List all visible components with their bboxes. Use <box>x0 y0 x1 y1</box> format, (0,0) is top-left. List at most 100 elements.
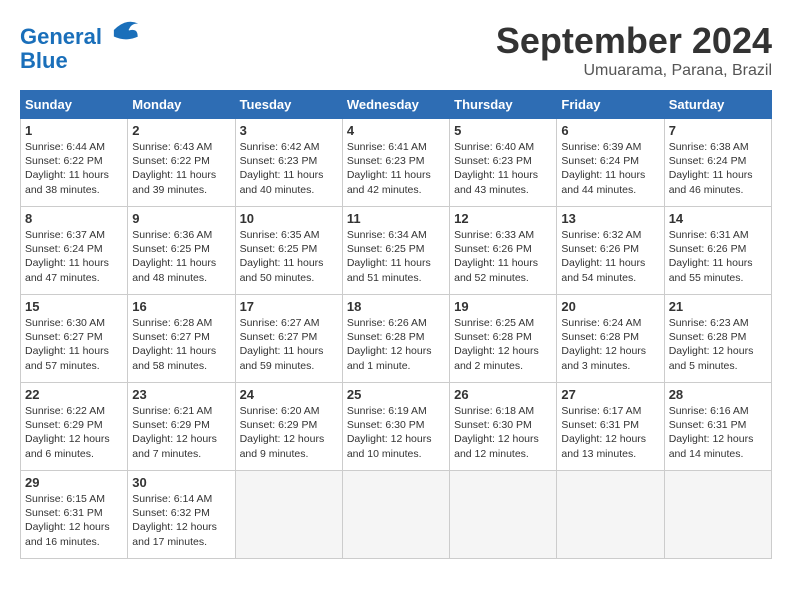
calendar-cell: 6Sunrise: 6:39 AMSunset: 6:24 PMDaylight… <box>557 119 664 207</box>
day-info-line: Sunrise: 6:32 AM <box>561 228 659 242</box>
header-monday: Monday <box>128 91 235 119</box>
day-info-line: Sunset: 6:24 PM <box>561 154 659 168</box>
day-info-line: Sunset: 6:23 PM <box>240 154 338 168</box>
calendar-row-week-1: 1Sunrise: 6:44 AMSunset: 6:22 PMDaylight… <box>21 119 772 207</box>
day-info-line: and 9 minutes. <box>240 447 338 461</box>
day-info-line: Sunrise: 6:37 AM <box>25 228 123 242</box>
day-info-line: Daylight: 11 hours <box>347 168 445 182</box>
calendar-cell: 4Sunrise: 6:41 AMSunset: 6:23 PMDaylight… <box>342 119 449 207</box>
day-number: 30 <box>132 475 230 490</box>
day-info-line: and 42 minutes. <box>347 183 445 197</box>
calendar-cell: 21Sunrise: 6:23 AMSunset: 6:28 PMDayligh… <box>664 295 771 383</box>
day-info-line: and 54 minutes. <box>561 271 659 285</box>
header-sunday: Sunday <box>21 91 128 119</box>
page-header: General Blue September 2024 Umuarama, Pa… <box>20 20 772 80</box>
day-info-line: Daylight: 11 hours <box>561 256 659 270</box>
day-info-line: Sunrise: 6:25 AM <box>454 316 552 330</box>
day-info-line: Sunset: 6:29 PM <box>240 418 338 432</box>
day-info-line: Sunrise: 6:42 AM <box>240 140 338 154</box>
day-info-line: and 14 minutes. <box>669 447 767 461</box>
logo-text: General <box>20 20 140 49</box>
location-title: Umuarama, Parana, Brazil <box>496 62 772 80</box>
calendar-cell: 8 Sunrise: 6:37 AMSunset: 6:24 PMDaylight… <box>21 207 128 295</box>
day-number: 26 <box>454 387 552 402</box>
day-info-line: Sunrise: 6:33 AM <box>454 228 552 242</box>
calendar-cell: 22Sunrise: 6:22 AMSunset: 6:29 PMDayligh… <box>21 383 128 471</box>
day-info-line: Daylight: 12 hours <box>25 432 123 446</box>
day-info-line: Daylight: 12 hours <box>561 344 659 358</box>
day-info-line: and 40 minutes. <box>240 183 338 197</box>
day-info-line: Daylight: 12 hours <box>347 344 445 358</box>
day-number: 23 <box>132 387 230 402</box>
calendar-cell: 19Sunrise: 6:25 AMSunset: 6:28 PMDayligh… <box>450 295 557 383</box>
day-info-line: Sunset: 6:27 PM <box>132 330 230 344</box>
day-info-line: Sunset: 6:28 PM <box>454 330 552 344</box>
day-info-line: Sunrise: 6:40 AM <box>454 140 552 154</box>
day-info-line: Sunrise: 6:16 AM <box>669 404 767 418</box>
calendar-cell <box>664 471 771 559</box>
day-number: 2 <box>132 123 230 138</box>
calendar-cell <box>235 471 342 559</box>
day-info-line: Daylight: 11 hours <box>240 168 338 182</box>
day-info-line: Daylight: 11 hours <box>240 344 338 358</box>
day-info-line: Sunrise: 6:31 AM <box>669 228 767 242</box>
day-info-line: Sunrise: 6:27 AM <box>240 316 338 330</box>
day-number: 6 <box>561 123 659 138</box>
day-number: 29 <box>25 475 123 490</box>
day-info-line: Sunset: 6:32 PM <box>132 506 230 520</box>
day-info-line: Sunrise: 6:30 AM <box>25 316 123 330</box>
day-info-line: and 57 minutes. <box>25 359 123 373</box>
calendar-cell: 27Sunrise: 6:17 AMSunset: 6:31 PMDayligh… <box>557 383 664 471</box>
day-info-line: and 17 minutes. <box>132 535 230 549</box>
day-info-line: and 7 minutes. <box>132 447 230 461</box>
logo-icon <box>112 16 140 44</box>
day-info-line: Sunrise: 6:20 AM <box>240 404 338 418</box>
header-thursday: Thursday <box>450 91 557 119</box>
day-info-line: Sunrise: 6:26 AM <box>347 316 445 330</box>
day-number: 7 <box>669 123 767 138</box>
day-info-line: Sunset: 6:31 PM <box>669 418 767 432</box>
calendar-row-week-3: 15Sunrise: 6:30 AMSunset: 6:27 PMDayligh… <box>21 295 772 383</box>
day-info-line: Sunset: 6:26 PM <box>454 242 552 256</box>
day-number: 16 <box>132 299 230 314</box>
day-number: 25 <box>347 387 445 402</box>
day-number: 28 <box>669 387 767 402</box>
day-info-line: Daylight: 12 hours <box>669 432 767 446</box>
day-info-line: Sunset: 6:24 PM <box>25 242 123 256</box>
day-info-line: Sunrise: 6:41 AM <box>347 140 445 154</box>
month-title: September 2024 <box>496 20 772 62</box>
day-info-line: Daylight: 12 hours <box>561 432 659 446</box>
calendar-row-week-4: 22Sunrise: 6:22 AMSunset: 6:29 PMDayligh… <box>21 383 772 471</box>
day-info-line: Sunset: 6:28 PM <box>347 330 445 344</box>
day-info-line: Daylight: 12 hours <box>25 520 123 534</box>
calendar-cell: 28 Sunrise: 6:16 AMSunset: 6:31 PMDayligh… <box>664 383 771 471</box>
header-tuesday: Tuesday <box>235 91 342 119</box>
calendar-cell <box>557 471 664 559</box>
calendar-cell: 16Sunrise: 6:28 AMSunset: 6:27 PMDayligh… <box>128 295 235 383</box>
calendar-cell: 5Sunrise: 6:40 AMSunset: 6:23 PMDaylight… <box>450 119 557 207</box>
day-number: 24 <box>240 387 338 402</box>
day-number: 8 <box>25 211 123 226</box>
day-info-line: Sunrise: 6:19 AM <box>347 404 445 418</box>
calendar-cell: 23Sunrise: 6:21 AMSunset: 6:29 PMDayligh… <box>128 383 235 471</box>
day-info-line: Daylight: 11 hours <box>25 256 123 270</box>
calendar-cell: 13Sunrise: 6:32 AMSunset: 6:26 PMDayligh… <box>557 207 664 295</box>
day-info-line: Daylight: 11 hours <box>669 256 767 270</box>
day-number: 11 <box>347 211 445 226</box>
day-number: 22 <box>25 387 123 402</box>
header-friday: Friday <box>557 91 664 119</box>
day-number: 19 <box>454 299 552 314</box>
day-info-line: Sunset: 6:26 PM <box>561 242 659 256</box>
day-info-line: Sunset: 6:29 PM <box>25 418 123 432</box>
day-number: 5 <box>454 123 552 138</box>
day-info-line: Sunrise: 6:43 AM <box>132 140 230 154</box>
day-info-line: Sunset: 6:29 PM <box>132 418 230 432</box>
day-info-line: Sunrise: 6:39 AM <box>561 140 659 154</box>
day-info-line: Sunrise: 6:38 AM <box>669 140 767 154</box>
day-number: 27 <box>561 387 659 402</box>
day-info-line: Sunrise: 6:17 AM <box>561 404 659 418</box>
day-info-line: and 48 minutes. <box>132 271 230 285</box>
calendar-cell: 11Sunrise: 6:34 AMSunset: 6:25 PMDayligh… <box>342 207 449 295</box>
calendar-cell: 3Sunrise: 6:42 AMSunset: 6:23 PMDaylight… <box>235 119 342 207</box>
calendar-table: SundayMondayTuesdayWednesdayThursdayFrid… <box>20 90 772 559</box>
